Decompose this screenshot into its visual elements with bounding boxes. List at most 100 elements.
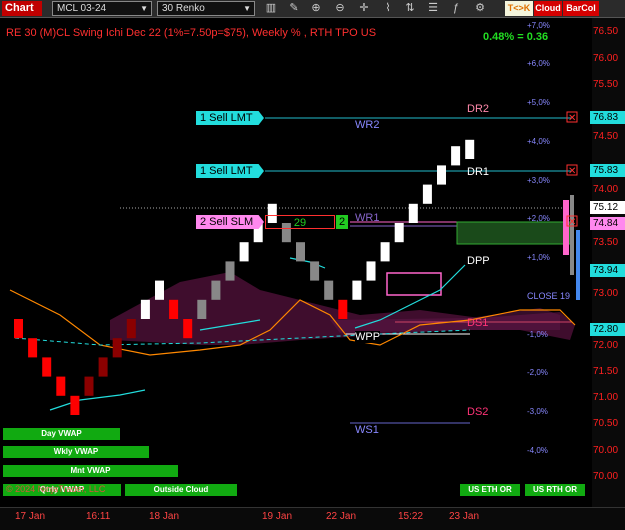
percent-readout: 0.48% = 0.36 bbox=[483, 31, 549, 43]
cyan-tenkan-line bbox=[289, 257, 326, 269]
us-rth-or-label: US RTH OR bbox=[525, 484, 585, 496]
renko-down-brick bbox=[56, 376, 66, 396]
price-tick: 71.50 bbox=[593, 366, 619, 377]
day-vwap-label: Day VWAP bbox=[3, 428, 120, 440]
copyright-text: © 2024 NinjaTrader, LLC bbox=[6, 484, 106, 494]
percent-label: -4,0% bbox=[527, 446, 548, 455]
percent-label: -2,0% bbox=[527, 368, 548, 377]
close-order-icon: ✕ bbox=[568, 217, 576, 228]
percent-label: +3,0% bbox=[527, 176, 550, 185]
dpp-range-box bbox=[456, 221, 571, 245]
monthly-vwap-label: Mnt VWAP bbox=[3, 465, 178, 477]
sell-limit-order-1[interactable]: 1 Sell LMT bbox=[196, 111, 264, 125]
price-tick: 76.00 bbox=[593, 53, 619, 64]
renko-down-brick bbox=[296, 242, 305, 262]
price-tick: 74.50 bbox=[593, 131, 619, 142]
renko-up-brick bbox=[126, 319, 136, 339]
time-tick: 15:22 bbox=[398, 511, 424, 522]
ds2-label: DS2 bbox=[467, 406, 489, 418]
price-tick: 70.00 bbox=[593, 445, 619, 456]
renko-down-brick bbox=[310, 261, 320, 281]
time-tick: 16:11 bbox=[86, 511, 111, 522]
price-badge: 75.12 bbox=[590, 201, 625, 214]
percent-label: +1,0% bbox=[527, 253, 550, 262]
renko-down-brick bbox=[183, 319, 193, 339]
outside-cloud-label: Outside Cloud bbox=[125, 484, 237, 496]
renko-down-brick bbox=[42, 357, 52, 377]
percent-label: +6,0% bbox=[527, 59, 550, 68]
price-tick: 71.00 bbox=[593, 392, 619, 403]
percent-label: +5,0% bbox=[527, 98, 550, 107]
renko-up-brick bbox=[197, 299, 207, 319]
price-tick: 70.00 bbox=[593, 471, 619, 482]
time-tick: 19 Jan bbox=[262, 511, 293, 522]
price-tick: 76.50 bbox=[593, 26, 619, 37]
sell-stop-order[interactable]: 2 Sell SLM bbox=[196, 215, 264, 229]
renko-up-brick bbox=[140, 299, 150, 319]
renko-up-brick bbox=[239, 242, 249, 262]
percent-label: +4,0% bbox=[527, 137, 550, 146]
price-tick: 73.50 bbox=[593, 237, 619, 248]
weekly-vwap-label: Wkly VWAP bbox=[3, 446, 149, 458]
cloud-upper-region bbox=[330, 308, 560, 333]
sell-limit-order-2[interactable]: 1 Sell LMT bbox=[196, 164, 264, 178]
time-tick: 18 Jan bbox=[149, 511, 180, 522]
wpp-label: WPP bbox=[355, 331, 381, 343]
renko-down-brick bbox=[338, 299, 348, 319]
renko-up-brick bbox=[366, 261, 376, 281]
renko-up-brick bbox=[437, 165, 446, 185]
time-tick: 22 Jan bbox=[326, 511, 357, 522]
renko-up-brick bbox=[465, 139, 475, 159]
value-area-box bbox=[386, 272, 442, 296]
percent-label: -1,0% bbox=[527, 330, 548, 339]
percent-label: -3,0% bbox=[527, 407, 548, 416]
price-axis[interactable] bbox=[592, 18, 625, 507]
wr2-label: WR2 bbox=[355, 119, 380, 131]
renko-up-brick bbox=[155, 280, 164, 300]
us-eth-or-label: US ETH OR bbox=[460, 484, 520, 496]
ds1-label: DS1 bbox=[467, 317, 489, 329]
price-tick: 75.50 bbox=[593, 79, 619, 90]
renko-up-brick bbox=[394, 223, 404, 243]
renko-up-brick bbox=[422, 184, 432, 204]
renko-up-brick bbox=[352, 280, 362, 300]
renko-up-brick bbox=[112, 338, 122, 358]
renko-up-brick bbox=[451, 146, 461, 166]
price-badge: 74.84 bbox=[590, 217, 625, 230]
price-tick: 73.00 bbox=[593, 288, 619, 299]
order-quantity[interactable]: 29 bbox=[265, 215, 335, 229]
renko-down-brick bbox=[169, 299, 179, 319]
renko-up-brick bbox=[408, 203, 418, 223]
close-order-icon: ✕ bbox=[568, 166, 576, 177]
dpp-label: DPP bbox=[467, 255, 490, 267]
close-label: CLOSE 19 bbox=[527, 291, 571, 301]
renko-up-brick bbox=[84, 376, 94, 396]
renko-down-brick bbox=[28, 338, 38, 358]
renko-down-brick bbox=[324, 280, 334, 300]
wr1-label: WR1 bbox=[355, 212, 380, 224]
chart-title: RE 30 (M)CL Swing Ichi Dec 22 (1%=7.50p=… bbox=[6, 27, 377, 39]
renko-up-brick bbox=[211, 280, 221, 300]
price-tick: 72.00 bbox=[593, 340, 619, 351]
renko-down-brick bbox=[70, 395, 80, 415]
time-tick: 17 Jan bbox=[15, 511, 46, 522]
dr2-label: DR2 bbox=[467, 103, 490, 115]
close-order-icon: ✕ bbox=[568, 113, 576, 124]
ws1-label: WS1 bbox=[355, 424, 379, 436]
renko-bricks bbox=[14, 139, 475, 415]
price-badge: 73.94 bbox=[590, 264, 625, 277]
price-badge: 72.80 bbox=[590, 323, 625, 336]
price-tick: 70.50 bbox=[593, 418, 619, 429]
order-count[interactable]: 2 bbox=[336, 215, 348, 229]
percent-label: +7,0% bbox=[527, 21, 550, 30]
renko-down-brick bbox=[14, 319, 23, 339]
profile-bar bbox=[576, 230, 580, 300]
price-badge: 76.83 bbox=[590, 111, 625, 124]
renko-up-brick bbox=[225, 261, 235, 281]
time-tick: 23 Jan bbox=[449, 511, 480, 522]
price-tick: 74.00 bbox=[593, 184, 619, 195]
percent-label: +2,0% bbox=[527, 214, 550, 223]
profile-bar bbox=[570, 195, 574, 275]
dr1-label: DR1 bbox=[467, 166, 490, 178]
renko-up-brick bbox=[380, 242, 390, 262]
